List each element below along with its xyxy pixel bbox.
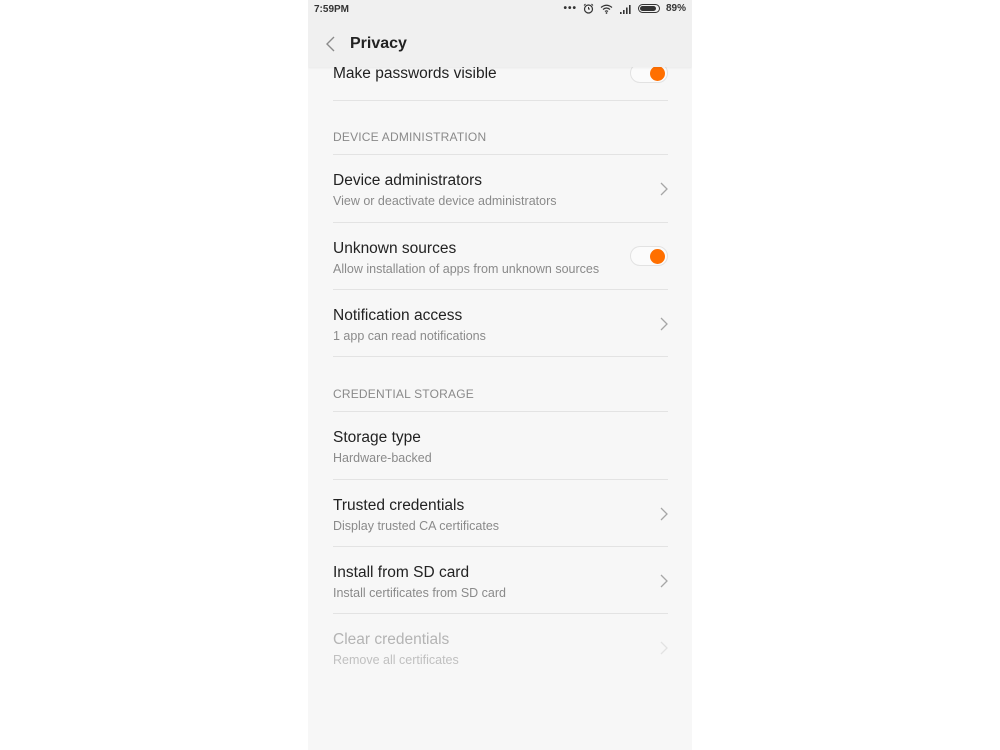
item-title: Make passwords visible [333, 65, 497, 82]
unknown-sources-toggle[interactable] [630, 246, 668, 266]
battery-percent: 89% [665, 3, 686, 14]
item-subtitle: Display trusted CA certificates [333, 519, 500, 533]
item-title: Clear credentials [333, 631, 450, 648]
list-item-trusted-credentials[interactable]: Trusted credentials Display trusted CA c… [333, 480, 668, 547]
item-subtitle: Allow installation of apps from unknown … [333, 262, 600, 276]
item-subtitle: Remove all certificates [333, 653, 459, 667]
list-item-install-from-sd-card[interactable]: Install from SD card Install certificate… [333, 547, 668, 614]
item-title: Install from SD card [333, 564, 470, 581]
alarm-icon [583, 3, 594, 14]
chevron-right-icon [660, 507, 668, 521]
list-item-device-administrators[interactable]: Device administrators View or deactivate… [333, 155, 668, 223]
section-header-device-administration: DEVICE ADMINISTRATION [333, 130, 487, 144]
item-subtitle: View or deactivate device administrators [333, 194, 557, 208]
item-title: Trusted credentials [333, 497, 465, 514]
chevron-right-icon [660, 641, 668, 655]
toggle-knob [650, 249, 665, 264]
list-item-notification-access[interactable]: Notification access 1 app can read notif… [333, 290, 668, 357]
status-time: 7:59PM [314, 4, 350, 15]
phone-screen: 7:59PM ••• 89% Privacy Make passwords vi… [308, 0, 692, 750]
item-title: Unknown sources [333, 240, 457, 257]
more-dots-icon: ••• [563, 3, 577, 14]
page-title: Privacy [350, 35, 407, 52]
chevron-left-icon[interactable] [324, 34, 338, 54]
signal-icon [619, 4, 631, 14]
item-subtitle: Install certificates from SD card [333, 586, 506, 600]
item-title: Notification access [333, 307, 463, 324]
item-title: Device administrators [333, 172, 483, 189]
wifi-icon [600, 4, 613, 14]
section-header-credential-storage: CREDENTIAL STORAGE [333, 387, 474, 401]
list-item-storage-type: Storage type Hardware-backed [333, 412, 668, 480]
status-bar: 7:59PM ••• 89% [308, 0, 692, 20]
item-subtitle: 1 app can read notifications [333, 329, 486, 343]
item-subtitle: Hardware-backed [333, 451, 432, 465]
chevron-right-icon [660, 317, 668, 331]
chevron-right-icon [660, 182, 668, 196]
chevron-right-icon [660, 574, 668, 588]
list-item-clear-credentials: Clear credentials Remove all certificate… [333, 614, 668, 680]
item-title: Storage type [333, 429, 421, 446]
status-icons: ••• 89% [563, 3, 686, 14]
list-item-unknown-sources[interactable]: Unknown sources Allow installation of ap… [333, 223, 668, 290]
battery-icon [637, 4, 660, 13]
toggle-knob [650, 66, 665, 81]
app-bar: Privacy [308, 20, 692, 67]
